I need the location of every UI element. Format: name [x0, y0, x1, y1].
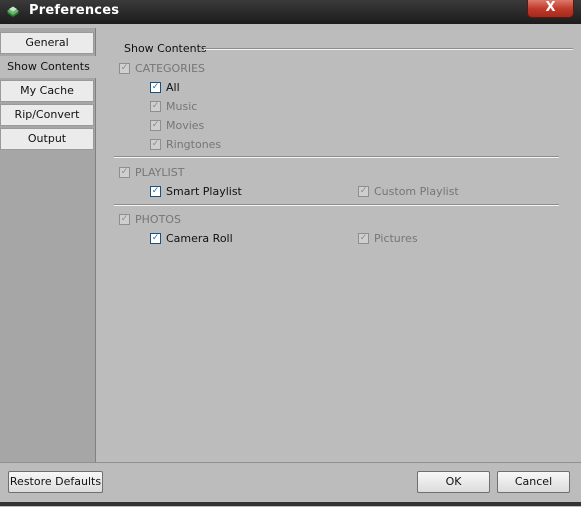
checkbox-box: ✓ [150, 101, 161, 112]
checkbox-box: ✓ [150, 82, 161, 93]
sidebar-nav: General Show Contents My Cache Rip/Conve… [0, 28, 96, 462]
custom-playlist-label: Custom Playlist [374, 185, 459, 198]
show-contents-panel: Show Contents ✓ CATEGORIES ✓ All ✓ Music… [96, 28, 581, 462]
smart-playlist-checkbox[interactable]: ✓ Smart Playlist [150, 185, 242, 198]
cancel-button[interactable]: Cancel [497, 471, 570, 493]
checkbox-box: ✓ [150, 186, 161, 197]
movies-label: Movies [166, 119, 205, 132]
pictures-checkbox[interactable]: ✓ Pictures [358, 232, 418, 245]
checkbox-box: ✓ [150, 120, 161, 131]
categories-checkbox[interactable]: ✓ CATEGORIES [119, 62, 205, 75]
checkbox-box: ✓ [119, 167, 130, 178]
photos-label: PHOTOS [135, 213, 181, 226]
title-bar: Preferences X [0, 0, 581, 24]
nav-item-general[interactable]: General [0, 32, 94, 54]
playlist-label: PLAYLIST [135, 166, 185, 179]
camera-roll-label: Camera Roll [166, 232, 233, 245]
nav-item-rip-convert[interactable]: Rip/Convert [0, 104, 94, 126]
ringtones-label: Ringtones [166, 138, 222, 151]
photos-checkbox[interactable]: ✓ PHOTOS [119, 213, 181, 226]
section-divider [114, 156, 559, 158]
checkbox-box: ✓ [358, 186, 369, 197]
dialog-footer: Restore Defaults OK Cancel [0, 462, 581, 507]
music-checkbox[interactable]: ✓ Music [150, 100, 197, 113]
playlist-checkbox[interactable]: ✓ PLAYLIST [119, 166, 184, 179]
nav-item-my-cache[interactable]: My Cache [0, 80, 94, 102]
all-checkbox[interactable]: ✓ All [150, 81, 180, 94]
nav-item-show-contents[interactable]: Show Contents [0, 56, 96, 78]
camera-roll-checkbox[interactable]: ✓ Camera Roll [150, 232, 233, 245]
window-title: Preferences [29, 3, 120, 18]
title-divider [204, 48, 573, 50]
dialog-body: General Show Contents My Cache Rip/Conve… [0, 24, 581, 507]
ringtones-checkbox[interactable]: ✓ Ringtones [150, 138, 221, 151]
close-icon: X [545, 0, 556, 15]
checkbox-box: ✓ [119, 214, 130, 225]
app-icon [7, 6, 19, 17]
movies-checkbox[interactable]: ✓ Movies [150, 119, 204, 132]
checkbox-box: ✓ [119, 63, 130, 74]
checkbox-box: ✓ [358, 233, 369, 244]
smart-playlist-label: Smart Playlist [166, 185, 242, 198]
section-divider [114, 204, 559, 206]
nav-item-output[interactable]: Output [0, 128, 94, 150]
window-bottom-edge [0, 502, 581, 506]
categories-label: CATEGORIES [135, 62, 206, 75]
group-title: Show Contents [124, 42, 207, 55]
music-label: Music [166, 100, 198, 113]
ok-button[interactable]: OK [417, 471, 490, 493]
close-button[interactable]: X [527, 0, 574, 18]
pictures-label: Pictures [374, 232, 418, 245]
custom-playlist-checkbox[interactable]: ✓ Custom Playlist [358, 185, 459, 198]
all-label: All [166, 81, 180, 94]
checkbox-box: ✓ [150, 139, 161, 150]
checkbox-box: ✓ [150, 233, 161, 244]
restore-defaults-button[interactable]: Restore Defaults [8, 471, 103, 493]
